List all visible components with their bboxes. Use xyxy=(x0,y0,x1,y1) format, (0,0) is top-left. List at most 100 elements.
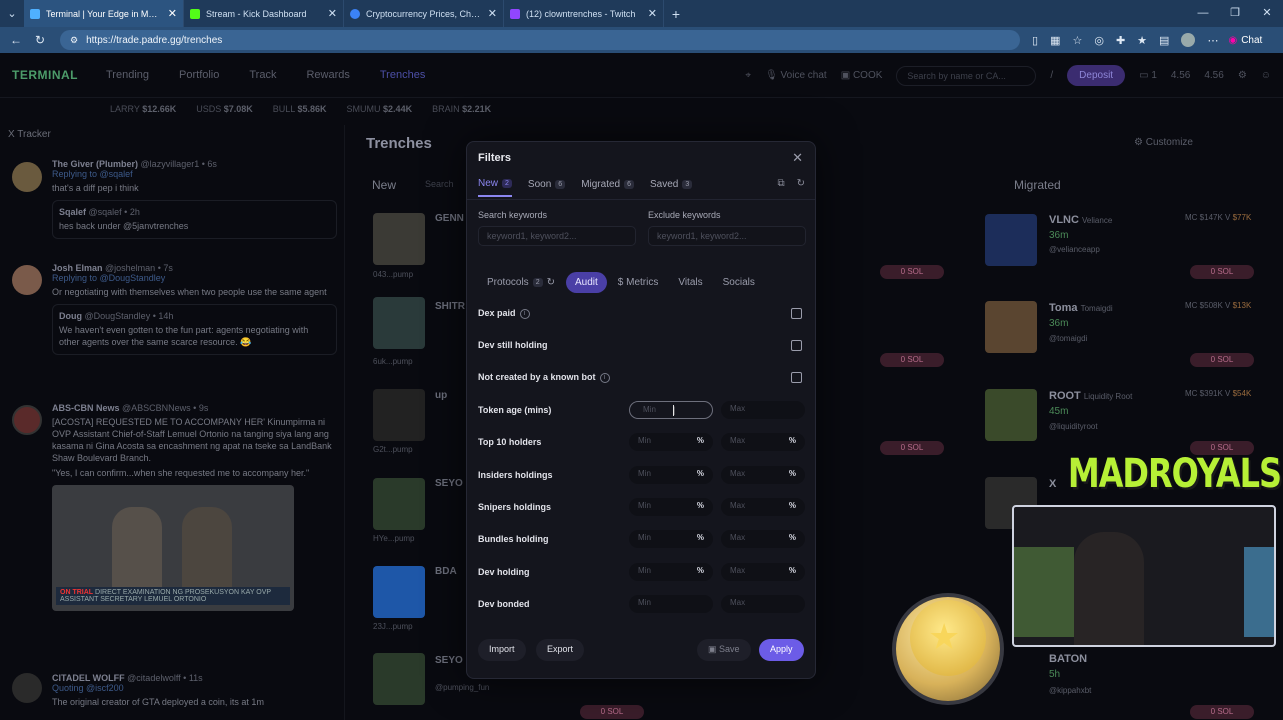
browser-tab-terminal[interactable]: Terminal | Your Edge in Memecoin ✕ xyxy=(24,0,184,27)
minimize-icon[interactable]: — xyxy=(1187,0,1219,27)
tab-menu-icon[interactable]: ⌄ xyxy=(0,0,24,27)
profile-avatar[interactable] xyxy=(1181,33,1196,47)
copy-icon[interactable]: ⧉ xyxy=(777,178,784,189)
tab-migrated[interactable]: Migrated 6 xyxy=(581,179,634,196)
dev-bonded-max-input[interactable]: Max xyxy=(721,595,805,613)
quoted-tweet[interactable]: Sqalef @sqalef • 2h hes back under @5jan… xyxy=(52,200,337,239)
buy-sol-button[interactable]: 0 SOL xyxy=(880,353,944,367)
snipers-max-input[interactable]: Max% xyxy=(721,498,805,516)
new-tab-button[interactable]: + xyxy=(664,6,688,22)
buy-sol-button[interactable]: 0 SOL xyxy=(1190,705,1254,719)
tweet[interactable]: CITADEL WOLFF @citadelwolff • 11s Quotin… xyxy=(52,673,337,708)
search-keywords-input[interactable]: keyword1, keyword2... xyxy=(478,226,636,246)
avatar[interactable] xyxy=(12,405,42,435)
ticker-item[interactable]: SMUMU $2.44K xyxy=(347,104,413,114)
back-icon[interactable]: ← xyxy=(4,33,28,47)
customize-button[interactable]: ⚙ Customize xyxy=(1134,137,1193,148)
puzzle-icon[interactable]: ✚ xyxy=(1116,34,1125,47)
more-icon[interactable]: ⋯ xyxy=(1207,34,1218,47)
favorite-icon[interactable]: ☆ xyxy=(1072,34,1082,47)
nav-portfolio[interactable]: Portfolio xyxy=(179,69,219,81)
avatar[interactable] xyxy=(12,162,42,192)
dev-bonded-min-input[interactable]: Min xyxy=(629,595,713,613)
close-icon[interactable]: ✕ xyxy=(792,150,803,166)
column-search[interactable]: Search xyxy=(425,179,454,189)
token-age-min-input[interactable]: Min xyxy=(629,401,713,419)
export-button[interactable]: Export xyxy=(536,639,585,661)
ticker-item[interactable]: USDS $7.08K xyxy=(196,104,253,114)
dex-paid-checkbox[interactable] xyxy=(791,308,802,319)
token-image[interactable] xyxy=(985,301,1037,353)
url-field[interactable]: ⚙ https://trade.padre.gg/trenches xyxy=(60,30,1020,50)
tweet[interactable]: ABS-CBN News @ABSCBNNews • 9s [ACOSTA] R… xyxy=(52,403,337,611)
avatar[interactable] xyxy=(12,673,42,703)
dev-holding-min-input[interactable]: Min% xyxy=(629,563,713,581)
subtab-audit[interactable]: Audit xyxy=(565,272,607,293)
settings-icon[interactable]: ⚙ xyxy=(1238,70,1247,81)
tab-new[interactable]: New 2 xyxy=(478,178,512,197)
info-icon[interactable]: i xyxy=(519,308,530,319)
buy-sol-button[interactable]: 0 SOL xyxy=(1190,265,1254,279)
reader-icon[interactable]: ▯ xyxy=(1032,34,1038,47)
snipers-min-input[interactable]: Min% xyxy=(629,498,713,516)
buy-sol-button[interactable]: 0 SOL xyxy=(1190,353,1254,367)
subtab-socials[interactable]: Socials xyxy=(714,272,764,293)
extension-icon[interactable]: ◎ xyxy=(1094,34,1104,47)
reset-icon[interactable]: ↻ xyxy=(797,178,805,189)
reload-icon[interactable]: ↻ xyxy=(28,33,52,47)
close-tab-icon[interactable]: ✕ xyxy=(488,7,497,20)
info-icon[interactable]: i xyxy=(599,372,610,383)
dev-holding-max-input[interactable]: Max% xyxy=(721,563,805,581)
known-bot-checkbox[interactable] xyxy=(791,372,802,383)
wallet-button[interactable]: ▭ 1 xyxy=(1139,70,1157,81)
subtab-protocols[interactable]: Protocols 2 ↻ xyxy=(478,272,564,293)
maximize-icon[interactable]: ❐ xyxy=(1219,0,1251,27)
close-tab-icon[interactable]: ✕ xyxy=(168,7,177,20)
subtab-metrics[interactable]: $ Metrics xyxy=(609,272,668,293)
close-tab-icon[interactable]: ✕ xyxy=(648,7,657,20)
dev-still-holding-checkbox[interactable] xyxy=(791,340,802,351)
token-image[interactable] xyxy=(373,566,425,618)
token-image[interactable] xyxy=(373,653,425,705)
tab-soon[interactable]: Soon 6 xyxy=(528,179,566,196)
browser-tab-twitch[interactable]: (12) clowntrenches - Twitch ✕ xyxy=(504,0,664,27)
token-image[interactable] xyxy=(985,214,1037,266)
refresh-icon[interactable]: ↻ xyxy=(547,277,555,288)
insiders-min-input[interactable]: Min% xyxy=(629,466,713,484)
chat-button[interactable]: ◉ Chat xyxy=(1228,35,1262,46)
collections-icon[interactable]: ▤ xyxy=(1159,34,1169,47)
subtab-vitals[interactable]: Vitals xyxy=(669,272,711,293)
apply-button[interactable]: Apply xyxy=(759,639,804,661)
ticker-item[interactable]: BULL $5.86K xyxy=(273,104,327,114)
tweet[interactable]: Josh Elman @joshelman • 7s Replying to @… xyxy=(52,263,337,355)
ticker-item[interactable]: BRAIN $2.21K xyxy=(432,104,491,114)
favorites-icon[interactable]: ★ xyxy=(1137,34,1147,47)
brand-logo[interactable]: TERMINAL xyxy=(12,68,78,82)
site-info-icon[interactable]: ⚙ xyxy=(70,35,78,46)
buy-sol-button[interactable]: 0 SOL xyxy=(880,441,944,455)
token-image[interactable] xyxy=(373,297,425,349)
exclude-keywords-input[interactable]: keyword1, keyword2... xyxy=(648,226,806,246)
avatar[interactable] xyxy=(12,265,42,295)
token-image[interactable] xyxy=(373,389,425,441)
top10-min-input[interactable]: Min% xyxy=(629,433,713,451)
tweet[interactable]: The Giver (Plumber) @lazyvillager1 • 6s … xyxy=(52,159,337,239)
save-button[interactable]: ▣ Save xyxy=(697,639,751,661)
nav-trending[interactable]: Trending xyxy=(106,69,149,81)
scan-icon[interactable]: ⌖ xyxy=(745,70,751,81)
nav-track[interactable]: Track xyxy=(249,69,276,81)
bundles-min-input[interactable]: Min% xyxy=(629,530,713,548)
token-image[interactable] xyxy=(985,389,1037,441)
insiders-max-input[interactable]: Max% xyxy=(721,466,805,484)
import-button[interactable]: Import xyxy=(478,639,526,661)
token-image[interactable] xyxy=(373,213,425,265)
close-tab-icon[interactable]: ✕ xyxy=(328,7,337,20)
voice-chat-button[interactable]: 🎙 Voice chat xyxy=(765,70,827,81)
top10-max-input[interactable]: Max% xyxy=(721,433,805,451)
quoted-tweet[interactable]: Doug @DougStandley • 14h We haven't even… xyxy=(52,304,337,355)
news-image[interactable]: ON TRIAL DIRECT EXAMINATION NG PROSEKUSY… xyxy=(52,485,294,611)
global-search-input[interactable]: Search by name or CA... xyxy=(896,65,1037,86)
buy-sol-button[interactable]: 0 SOL xyxy=(580,705,644,719)
ticker-item[interactable]: LARRY $12.66K xyxy=(110,104,176,114)
token-age-max-input[interactable]: Max xyxy=(721,401,805,419)
